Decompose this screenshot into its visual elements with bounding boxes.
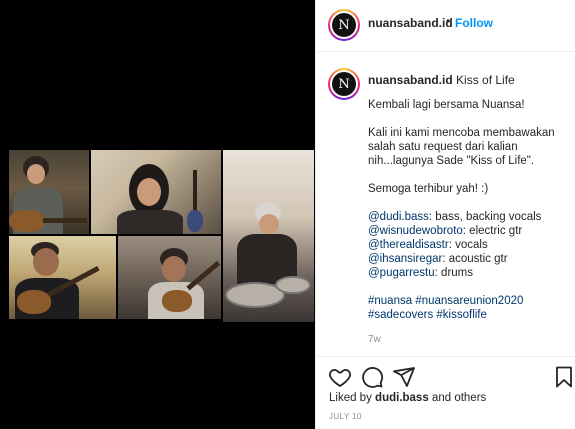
caption-heading: nuansaband.id Kiss of Life (368, 73, 515, 88)
credit-line: @dudi.bass: bass, backing vocals (368, 210, 573, 224)
video-tile-guitarist-1 (9, 150, 89, 234)
comment-icon[interactable] (360, 365, 384, 389)
post-header: N nuansaband.id • Follow (316, 0, 575, 52)
credit-role: : vocals (448, 239, 488, 251)
mention-link[interactable]: @wisnudewobroto (368, 225, 463, 237)
caption-text: Kembali lagi bersama Nuansa! Kali ini ka… (368, 98, 573, 336)
heart-icon[interactable] (328, 365, 352, 389)
credit-line: @ihsansiregar: acoustic gtr (368, 252, 573, 266)
credit-line: @therealdisastr: vocals (368, 238, 573, 252)
caption-age[interactable]: 7w (368, 334, 381, 345)
credit-role: : drums (434, 267, 473, 279)
mention-link[interactable]: @therealdisastr (368, 239, 449, 251)
post-media[interactable] (0, 0, 315, 429)
mention-link[interactable]: @ihsansiregar (368, 253, 442, 265)
video-tile-acoustic-guitarist (118, 236, 221, 319)
post-sidebar: N nuansaband.id • Follow N nuansaband.id… (315, 0, 575, 429)
caption-line: salah satu request dari kalian (368, 141, 518, 153)
likes-suffix[interactable]: and others (432, 392, 486, 404)
mention-link[interactable]: @pugarrestu (368, 267, 435, 279)
credit-line: @wisnudewobroto: electric gtr (368, 224, 573, 238)
caption-line: Semoga terhibur yah! :) (368, 183, 489, 195)
action-bar (316, 356, 575, 396)
caption-line: nih...lagunya Sade "Kiss of Life". (368, 155, 535, 167)
caption-line: Kembali lagi bersama Nuansa! (368, 99, 525, 111)
hashtag-link[interactable]: #sadecovers #kissoflife (368, 308, 573, 322)
mention-link[interactable]: @dudi.bass (368, 211, 429, 223)
avatar-letter: N (332, 13, 356, 37)
header-username[interactable]: nuansaband.id (368, 16, 453, 30)
video-tile-drummer (223, 150, 314, 322)
caption-avatar-letter: N (332, 72, 356, 96)
avatar[interactable]: N (328, 9, 360, 41)
bookmark-icon[interactable] (552, 365, 575, 389)
caption-title: Kiss of Life (456, 73, 515, 87)
caption-avatar[interactable]: N (328, 68, 360, 100)
caption-username[interactable]: nuansaband.id (368, 73, 453, 87)
video-tile-guitarist-2 (9, 236, 116, 319)
share-icon[interactable] (392, 365, 416, 389)
video-tile-vocalist (91, 150, 221, 234)
caption-line: Kali ini kami mencoba membawakan (368, 127, 555, 139)
credit-role: : acoustic gtr (442, 253, 508, 265)
credit-role: : electric gtr (462, 225, 523, 237)
hashtag-link[interactable]: #nuansa #nuansareunion2020 (368, 294, 573, 308)
follow-button[interactable]: Follow (455, 16, 493, 30)
likes-user-link[interactable]: dudi.bass (375, 392, 429, 404)
credit-line: @pugarrestu: drums (368, 266, 573, 280)
separator-dot: • (446, 14, 451, 28)
credit-role: : bass, backing vocals (428, 211, 542, 223)
likes-summary: Liked by dudi.bass and others (329, 392, 486, 404)
post-date[interactable]: JULY 10 (329, 412, 362, 421)
likes-prefix: Liked by (329, 392, 372, 404)
